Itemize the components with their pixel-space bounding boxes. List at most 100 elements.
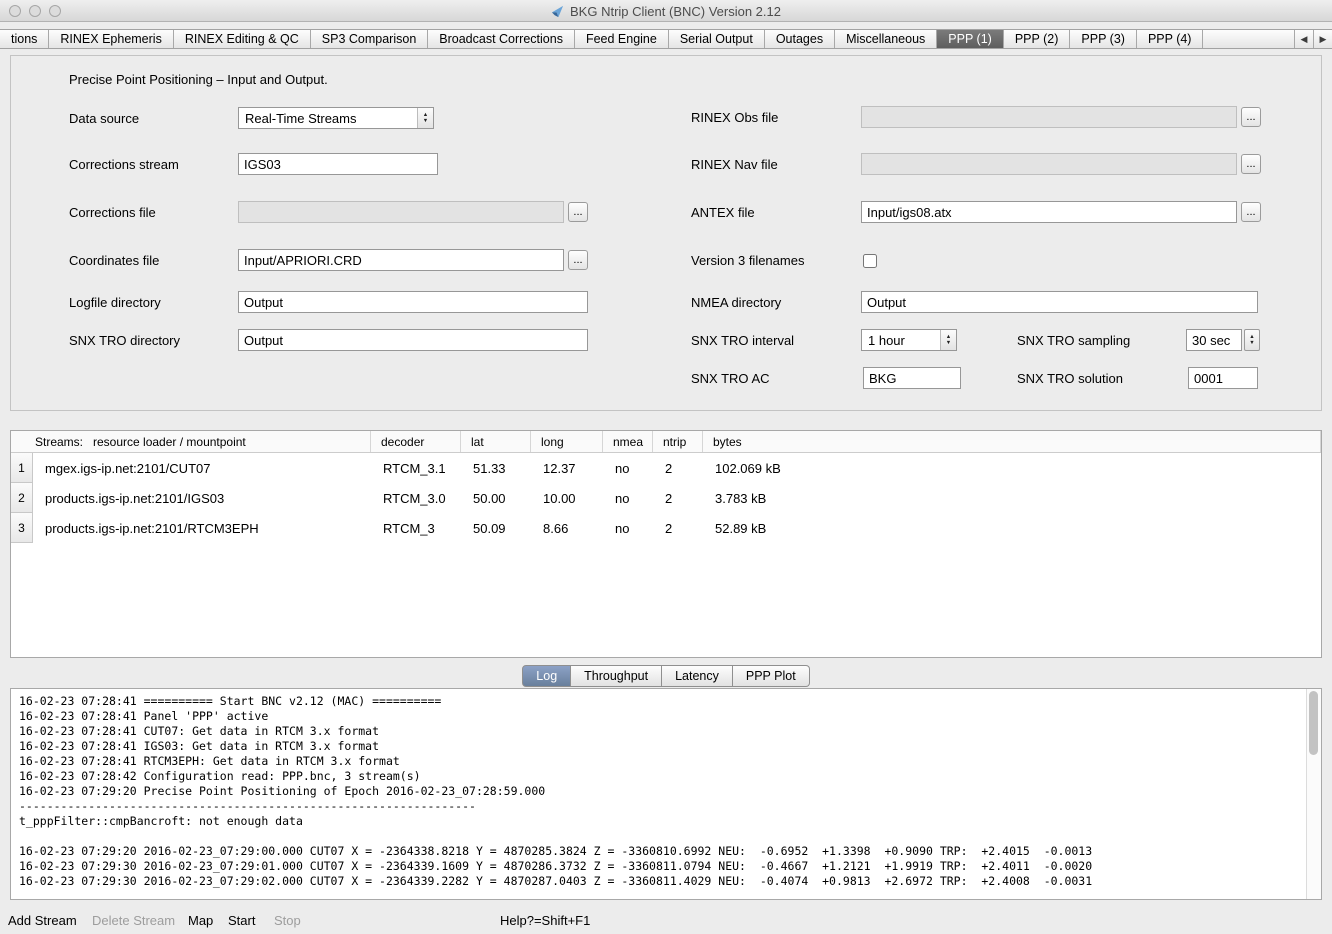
cell-bytes: 52.89 kB xyxy=(703,521,1321,536)
tab-rinex-ephemeris[interactable]: RINEX Ephemeris xyxy=(49,30,173,48)
snx-tro-directory-input[interactable] xyxy=(238,329,588,351)
col-decoder: decoder xyxy=(371,431,461,452)
snx-tro-directory-label: SNX TRO directory xyxy=(69,333,180,348)
snx-tro-interval-value: 1 hour xyxy=(862,330,940,350)
tab-ppp-2[interactable]: PPP (2) xyxy=(1004,30,1071,48)
start-button[interactable]: Start xyxy=(228,913,255,928)
ppp-panel: Precise Point Positioning – Input and Ou… xyxy=(10,55,1322,411)
titlebar: BKG Ntrip Client (BNC) Version 2.12 xyxy=(0,0,1332,22)
logfile-directory-label: Logfile directory xyxy=(69,295,161,310)
table-row[interactable]: 1 mgex.igs-ip.net:2101/CUT07 RTCM_3.1 51… xyxy=(11,453,1321,483)
close-window-button[interactable] xyxy=(9,5,21,17)
rinex-nav-file-label: RINEX Nav file xyxy=(691,157,778,172)
log-scrollbar-thumb[interactable] xyxy=(1309,691,1318,755)
col-mountpoint: Streams: resource loader / mountpoint xyxy=(11,431,371,452)
tab-miscellaneous[interactable]: Miscellaneous xyxy=(835,30,937,48)
log-line: 16-02-23 07:28:41 Panel 'PPP' active xyxy=(19,709,1313,724)
app-icon xyxy=(551,5,564,18)
tab-rinex-editing-qc[interactable]: RINEX Editing & QC xyxy=(174,30,311,48)
tab-scroll-buttons: ◀ ▶ xyxy=(1294,30,1332,48)
data-source-select[interactable]: Real-Time Streams ▲▼ xyxy=(238,107,434,129)
row-number: 1 xyxy=(11,453,33,483)
tab-ppp-1[interactable]: PPP (1) xyxy=(937,30,1004,48)
rinex-nav-file-browse-button[interactable]: ... xyxy=(1241,154,1261,174)
snx-tro-ac-input[interactable] xyxy=(863,367,961,389)
corrections-file-browse-button[interactable]: ... xyxy=(568,202,588,222)
cell-nmea: no xyxy=(603,521,653,536)
rinex-obs-file-browse-button[interactable]: ... xyxy=(1241,107,1261,127)
corrections-stream-label: Corrections stream xyxy=(69,157,179,172)
antex-file-browse-button[interactable]: ... xyxy=(1241,202,1261,222)
cell-lat: 50.00 xyxy=(461,491,531,506)
data-source-label: Data source xyxy=(69,111,139,126)
col-long: long xyxy=(531,431,603,452)
tab-broadcast-corrections[interactable]: Broadcast Corrections xyxy=(428,30,575,48)
corrections-file-input xyxy=(238,201,564,223)
col-ntrip: ntrip xyxy=(653,431,703,452)
cell-lat: 51.33 xyxy=(461,461,531,476)
spin-down-icon[interactable]: ▼ xyxy=(1249,340,1254,346)
add-stream-button[interactable]: Add Stream xyxy=(8,913,77,928)
tab-ppp-3[interactable]: PPP (3) xyxy=(1070,30,1137,48)
tab-log[interactable]: Log xyxy=(522,665,571,687)
tab-latency[interactable]: Latency xyxy=(662,665,733,687)
logfile-directory-input[interactable] xyxy=(238,291,588,313)
tab-throughput[interactable]: Throughput xyxy=(571,665,662,687)
traffic-lights xyxy=(9,5,61,17)
cell-long: 12.37 xyxy=(531,461,603,476)
snx-tro-sampling-input[interactable] xyxy=(1186,329,1242,351)
table-row[interactable]: 2 products.igs-ip.net:2101/IGS03 RTCM_3.… xyxy=(11,483,1321,513)
map-button[interactable]: Map xyxy=(188,913,213,928)
tab-feed-engine[interactable]: Feed Engine xyxy=(575,30,669,48)
version3-filenames-checkbox[interactable] xyxy=(863,254,877,268)
cell-lat: 50.09 xyxy=(461,521,531,536)
table-row[interactable]: 3 products.igs-ip.net:2101/RTCM3EPH RTCM… xyxy=(11,513,1321,543)
streams-table-header: Streams: resource loader / mountpoint de… xyxy=(11,431,1321,453)
coordinates-file-browse-button[interactable]: ... xyxy=(568,250,588,270)
log-output: 16-02-23 07:28:41 ========== Start BNC v… xyxy=(11,689,1321,889)
delete-stream-button: Delete Stream xyxy=(92,913,175,928)
cell-long: 8.66 xyxy=(531,521,603,536)
tab-scroll-right-icon[interactable]: ▶ xyxy=(1313,30,1332,48)
zoom-window-button[interactable] xyxy=(49,5,61,17)
row-number: 2 xyxy=(11,483,33,513)
minimize-window-button[interactable] xyxy=(29,5,41,17)
log-scrollbar[interactable] xyxy=(1306,689,1321,899)
log-line: 16-02-23 07:29:30 2016-02-23_07:29:02.00… xyxy=(19,874,1313,889)
col-bytes: bytes xyxy=(703,431,1321,452)
tab-tions[interactable]: tions xyxy=(0,30,49,48)
antex-file-input[interactable] xyxy=(861,201,1237,223)
log-line xyxy=(19,829,1313,844)
tab-scroll-left-icon[interactable]: ◀ xyxy=(1294,30,1313,48)
cell-ntrip: 2 xyxy=(653,461,703,476)
rinex-nav-file-input xyxy=(861,153,1237,175)
tab-serial-output[interactable]: Serial Output xyxy=(669,30,765,48)
ppp-heading: Precise Point Positioning – Input and Ou… xyxy=(69,72,328,87)
log-panel: 16-02-23 07:28:41 ========== Start BNC v… xyxy=(10,688,1322,900)
log-line: 16-02-23 07:29:20 2016-02-23_07:29:00.00… xyxy=(19,844,1313,859)
snx-tro-solution-input[interactable] xyxy=(1188,367,1258,389)
corrections-stream-input[interactable] xyxy=(238,153,438,175)
snx-tro-interval-label: SNX TRO interval xyxy=(691,333,794,348)
stop-button: Stop xyxy=(274,913,301,928)
tab-ppp-4[interactable]: PPP (4) xyxy=(1137,30,1204,48)
cell-bytes: 102.069 kB xyxy=(703,461,1321,476)
nmea-directory-label: NMEA directory xyxy=(691,295,781,310)
snx-tro-sampling-spinner[interactable]: ▲▼ xyxy=(1244,329,1260,351)
log-line: ----------------------------------------… xyxy=(19,799,1313,814)
snx-tro-solution-label: SNX TRO solution xyxy=(1017,371,1123,386)
snx-tro-interval-select[interactable]: 1 hour ▲▼ xyxy=(861,329,957,351)
nmea-directory-input[interactable] xyxy=(861,291,1258,313)
tab-sp3-comparison[interactable]: SP3 Comparison xyxy=(311,30,429,48)
coordinates-file-label: Coordinates file xyxy=(69,253,159,268)
titlebar-center: BKG Ntrip Client (BNC) Version 2.12 xyxy=(0,0,1332,22)
version3-filenames-label: Version 3 filenames xyxy=(691,253,804,268)
tab-ppp-plot[interactable]: PPP Plot xyxy=(733,665,810,687)
antex-file-label: ANTEX file xyxy=(691,205,755,220)
bottom-tabbar: Log Throughput Latency PPP Plot xyxy=(0,665,1332,687)
log-line: 16-02-23 07:28:41 RTCM3EPH: Get data in … xyxy=(19,754,1313,769)
streams-table: Streams: resource loader / mountpoint de… xyxy=(10,430,1322,658)
rinex-obs-file-input xyxy=(861,106,1237,128)
tab-outages[interactable]: Outages xyxy=(765,30,835,48)
coordinates-file-input[interactable] xyxy=(238,249,564,271)
